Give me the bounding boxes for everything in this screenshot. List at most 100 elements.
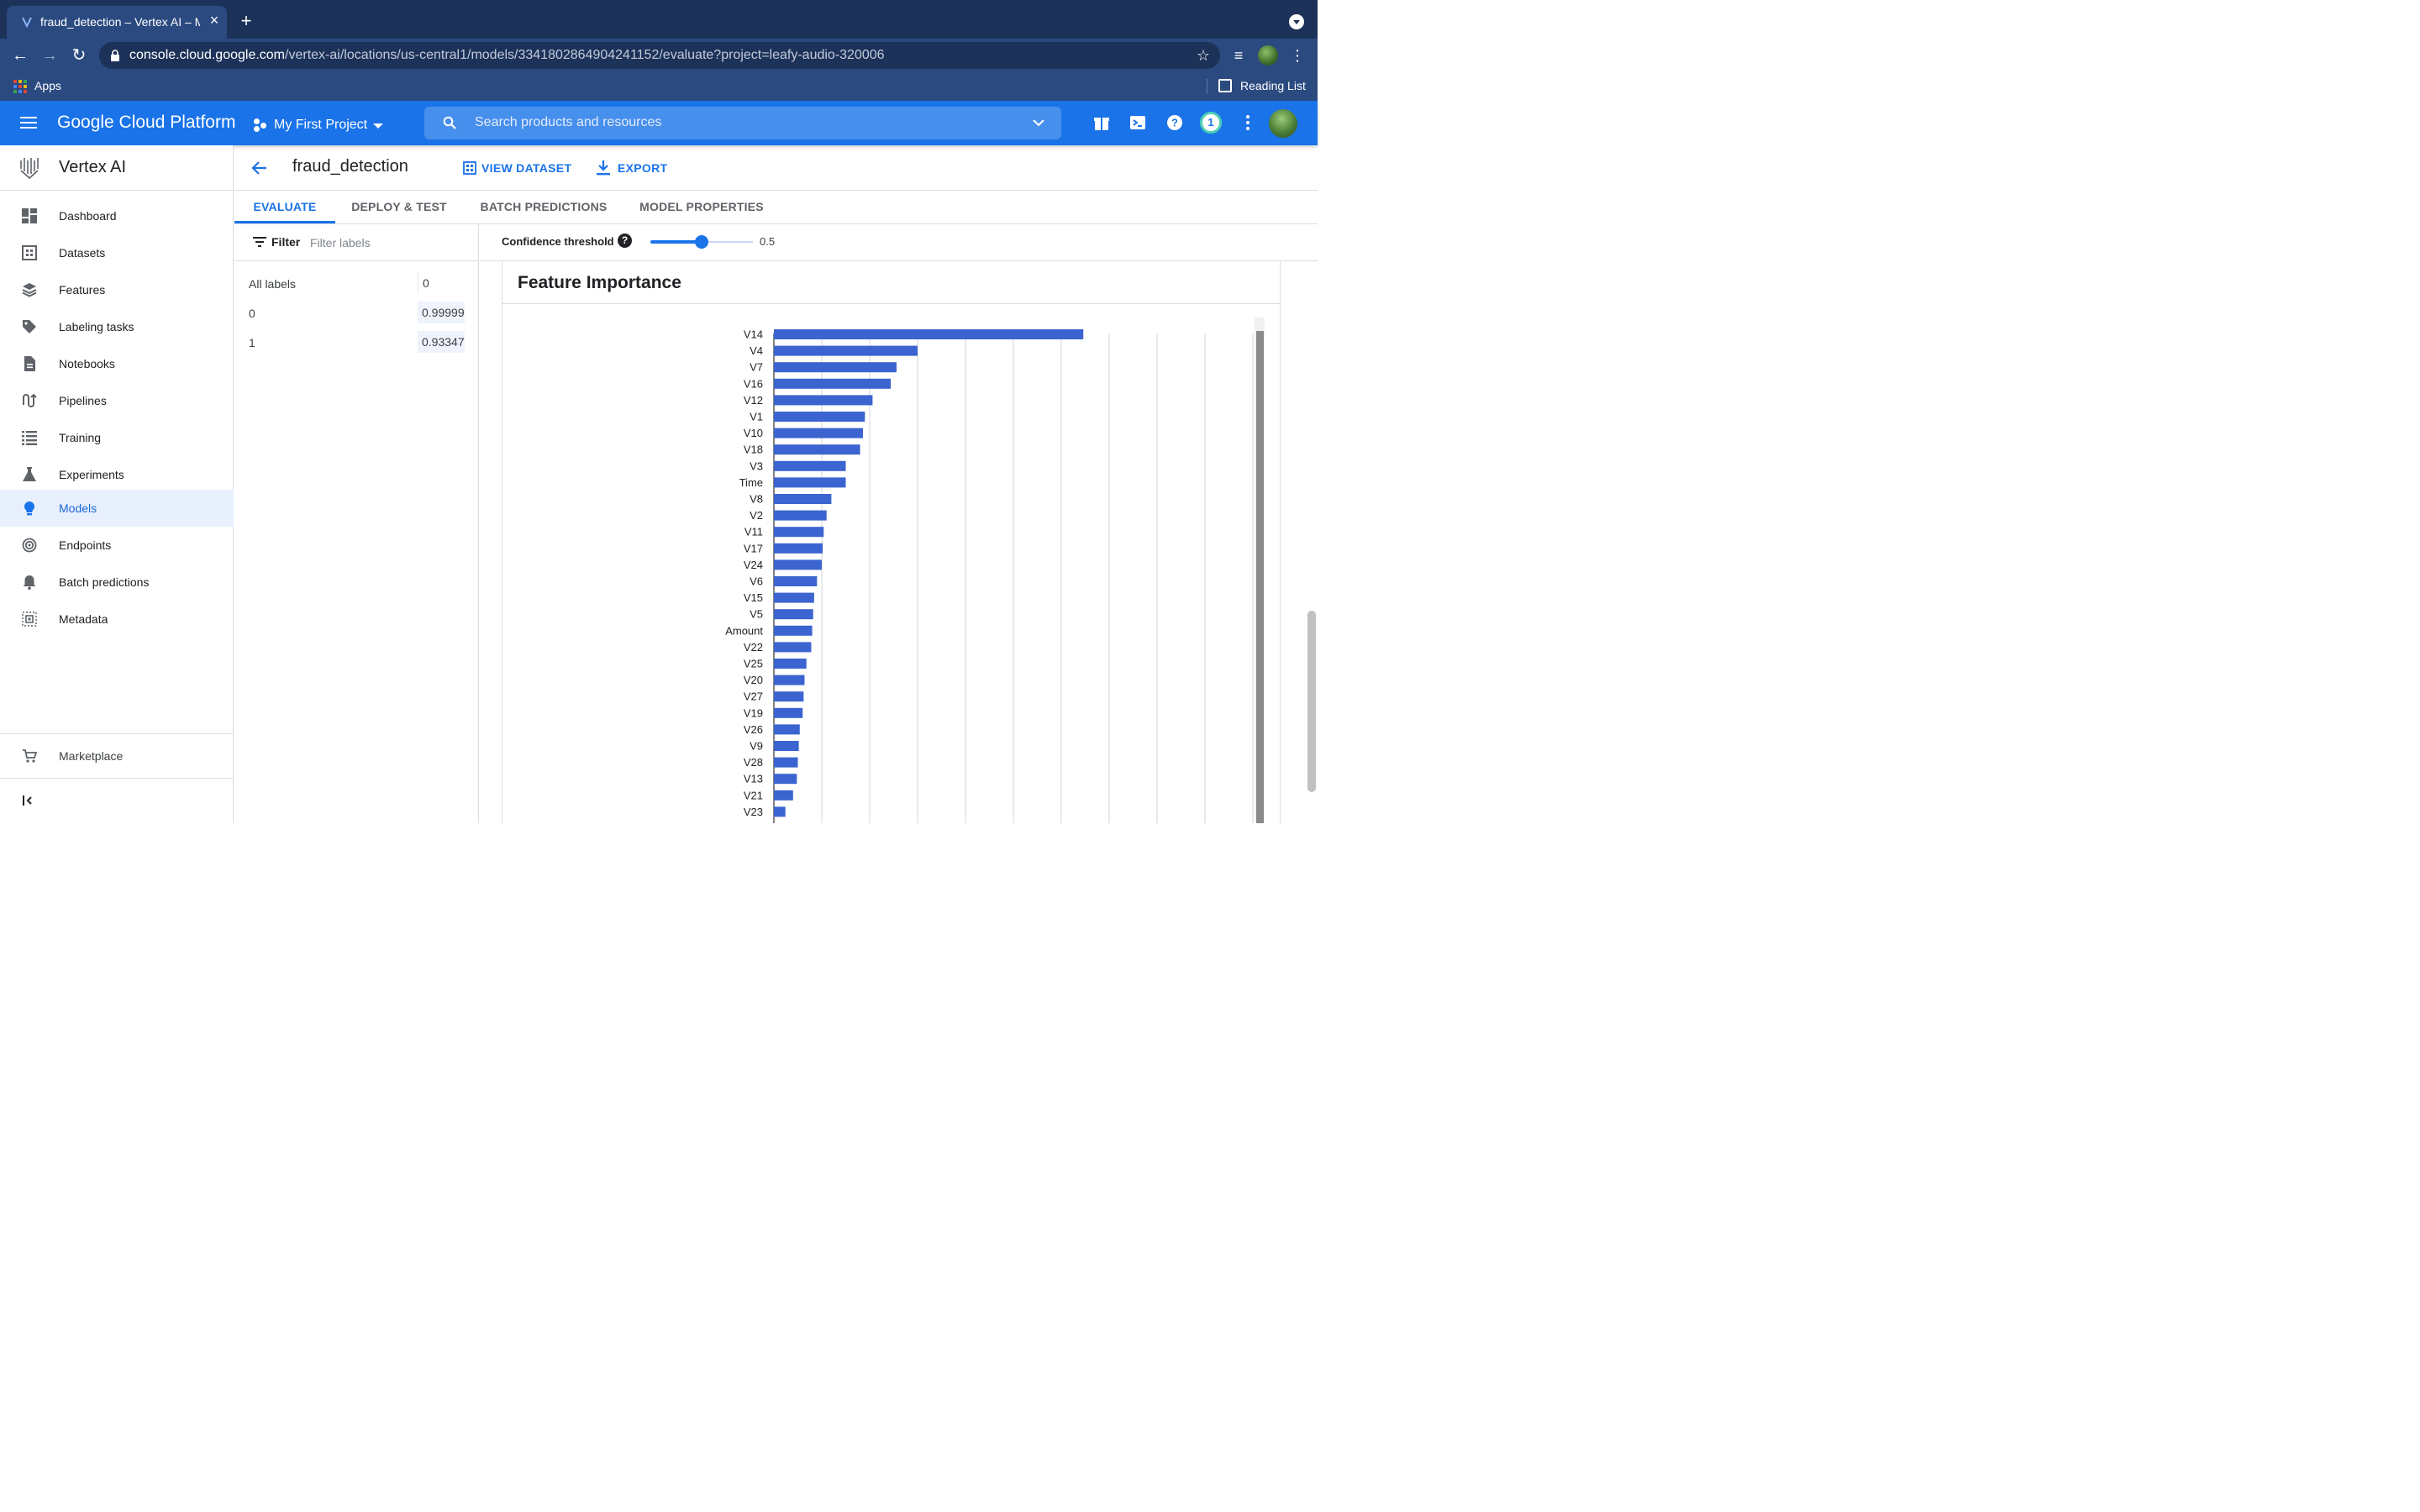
bar-v4[interactable] (774, 345, 918, 356)
menu-hamburger-icon[interactable] (20, 117, 37, 129)
label-row-0[interactable]: 0 0.99999 (234, 301, 478, 326)
more-vert-icon[interactable] (1239, 113, 1257, 132)
tab-search-icon[interactable] (1289, 14, 1304, 29)
apps-bookmark[interactable]: Apps (34, 79, 61, 92)
tab-batch-predictions[interactable]: BATCH PREDICTIONS (478, 191, 609, 223)
filter-bar: Filter (234, 224, 478, 261)
bar-v28[interactable] (774, 757, 798, 768)
browser-menu-icon[interactable]: ⋮ (1287, 45, 1307, 66)
category-label: V17 (744, 542, 763, 554)
sidebar-item-metadata[interactable]: Metadata (0, 601, 234, 638)
bar-v17[interactable] (774, 543, 823, 554)
back-icon[interactable]: ← (10, 45, 30, 66)
bar-v16[interactable] (774, 378, 892, 389)
browser-toolbar: ← → ↻ console.cloud.google.com/vertex-ai… (0, 39, 1318, 72)
bar-v20[interactable] (774, 675, 805, 685)
bar-v27[interactable] (774, 691, 804, 702)
nav-divider (0, 733, 234, 734)
threshold-slider[interactable] (650, 235, 753, 249)
label-row-all[interactable]: All labels 0 (234, 271, 478, 297)
gcp-logo-title[interactable]: Google Cloud Platform (57, 113, 235, 133)
sidebar-item-experiments[interactable]: Experiments (0, 456, 234, 493)
filter-labels-input[interactable] (310, 234, 470, 251)
sidebar-item-models[interactable]: Models (0, 490, 234, 527)
category-label: V13 (744, 773, 763, 785)
chevron-down-icon[interactable] (1033, 117, 1044, 129)
page-scrollbar[interactable] (1307, 611, 1316, 792)
bar-v25[interactable] (774, 659, 807, 669)
chart-scrollbar-thumb[interactable] (1256, 331, 1264, 823)
sidebar-item-endpoints[interactable]: Endpoints (0, 527, 234, 564)
bar-v18[interactable] (774, 444, 860, 455)
back-arrow-icon[interactable] (251, 160, 268, 176)
lock-icon (111, 50, 119, 61)
bar-v24[interactable] (774, 559, 822, 570)
bar-v11[interactable] (774, 527, 824, 538)
browser-tab[interactable]: fraud_detection – Vertex AI – M × (7, 6, 227, 39)
bar-time[interactable] (774, 477, 846, 488)
slider-thumb[interactable] (695, 235, 708, 249)
forward-icon[interactable]: → (39, 45, 60, 66)
bar-v23[interactable] (774, 806, 786, 817)
bar-v10[interactable] (774, 428, 864, 438)
sidebar-item-pipelines[interactable]: Pipelines (0, 382, 234, 419)
apps-grid-icon[interactable] (13, 80, 27, 93)
sidebar-item-label: Metadata (59, 612, 108, 626)
bar-v22[interactable] (774, 642, 812, 653)
bar-v9[interactable] (774, 741, 799, 751)
sidebar-item-batch-predictions[interactable]: Batch predictions (0, 564, 234, 601)
help-icon[interactable]: ? (1165, 113, 1184, 132)
sidebar-item-labeling-tasks[interactable]: Labeling tasks (0, 308, 234, 345)
bar-v26[interactable] (774, 724, 800, 735)
account-avatar[interactable] (1269, 109, 1297, 138)
bar-v19[interactable] (774, 707, 803, 718)
browser-profile-avatar[interactable] (1258, 45, 1278, 66)
sidebar-item-marketplace[interactable]: Marketplace (0, 738, 234, 774)
new-tab-icon[interactable]: + (237, 12, 255, 30)
notification-badge[interactable]: 1 (1200, 112, 1222, 134)
close-tab-icon[interactable]: × (207, 13, 222, 28)
bar-v12[interactable] (774, 395, 873, 406)
reload-icon[interactable]: ↻ (69, 45, 89, 66)
bar-v1[interactable] (774, 412, 865, 422)
sidebar-item-dashboard[interactable]: Dashboard (0, 197, 234, 234)
bar-v7[interactable] (774, 362, 897, 373)
cloud-shell-icon[interactable] (1128, 113, 1147, 132)
tab-evaluate[interactable]: EVALUATE (234, 191, 335, 223)
media-control-icon[interactable]: ≡ (1228, 45, 1249, 66)
sidebar-item-training[interactable]: Training (0, 419, 234, 456)
category-label: V9 (750, 740, 763, 753)
gift-icon[interactable] (1092, 113, 1111, 132)
bar-amount[interactable] (774, 625, 813, 636)
bar-v14[interactable] (774, 329, 1084, 339)
model-header: fraud_detection VIEW DATASET EXPORT (234, 145, 1318, 191)
bookmark-star-icon[interactable]: ☆ (1197, 47, 1210, 65)
left-navigation: Vertex AI Dashboard Datasets Features La… (0, 145, 234, 823)
search-input[interactable] (475, 113, 1013, 132)
label-row-1[interactable]: 1 0.93347 (234, 330, 478, 355)
labeling-tag-icon (23, 320, 36, 333)
sidebar-item-datasets[interactable]: Datasets (0, 234, 234, 271)
bar-v15[interactable] (774, 592, 814, 603)
chart-scrollbar[interactable] (1255, 318, 1265, 823)
bar-v13[interactable] (774, 774, 797, 785)
bar-v21[interactable] (774, 790, 793, 801)
tab-deploy-test[interactable]: DEPLOY & TEST (349, 191, 450, 223)
reading-list-button[interactable]: Reading List (1240, 79, 1306, 92)
category-label: V25 (744, 658, 763, 670)
search-bar[interactable] (424, 107, 1061, 139)
tab-model-properties[interactable]: MODEL PROPERTIES (638, 191, 765, 223)
bar-v2[interactable] (774, 510, 827, 521)
address-bar[interactable]: console.cloud.google.com/vertex-ai/locat… (99, 42, 1220, 69)
help-icon[interactable]: ? (618, 234, 632, 248)
sidebar-item-notebooks[interactable]: Notebooks (0, 345, 234, 382)
collapse-nav-icon[interactable] (22, 795, 34, 806)
bar-v3[interactable] (774, 460, 846, 471)
bar-v6[interactable] (774, 576, 818, 586)
bar-v5[interactable] (774, 609, 813, 620)
bar-v8[interactable] (774, 494, 832, 504)
reading-list-icon[interactable] (1218, 79, 1232, 92)
sidebar-item-features[interactable]: Features (0, 271, 234, 308)
category-label: Time (739, 476, 763, 489)
category-label: V4 (750, 344, 763, 357)
